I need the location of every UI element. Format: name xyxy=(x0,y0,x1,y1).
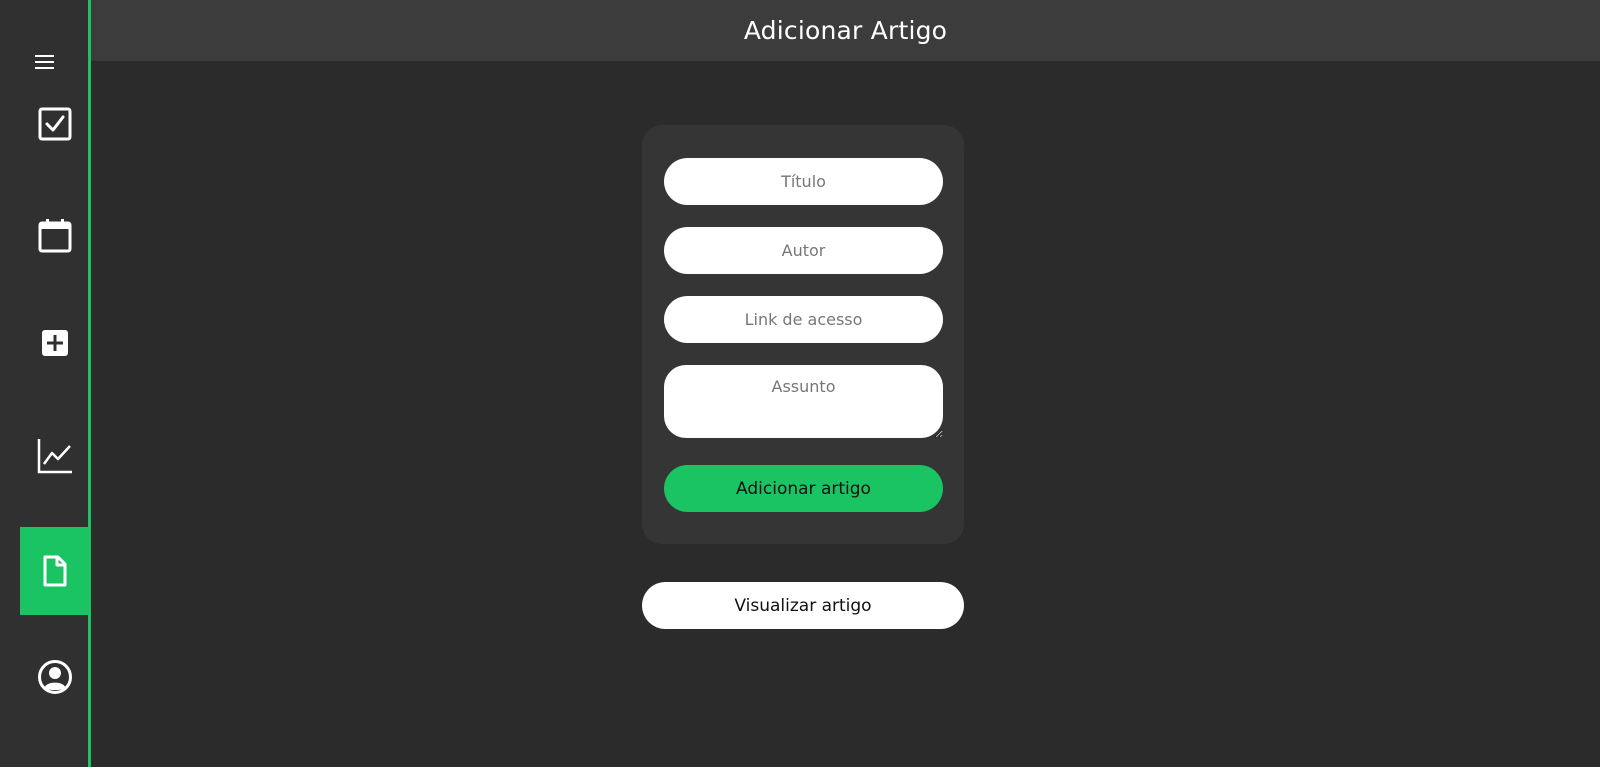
add-article-button[interactable]: Adicionar artigo xyxy=(664,465,943,512)
checkbox-icon xyxy=(37,106,73,142)
sidebar-item-calendar[interactable] xyxy=(20,192,90,280)
sidebar-item-stats[interactable] xyxy=(20,412,90,500)
sidebar-item-tasks[interactable] xyxy=(20,80,90,168)
subject-textarea[interactable] xyxy=(664,365,943,438)
title-input[interactable] xyxy=(664,158,943,205)
calendar-icon xyxy=(37,218,73,254)
page-header: Adicionar Artigo xyxy=(91,0,1600,61)
page-title: Adicionar Artigo xyxy=(743,16,948,45)
sidebar xyxy=(0,0,91,767)
document-icon xyxy=(42,555,68,587)
author-input[interactable] xyxy=(664,227,943,274)
link-input[interactable] xyxy=(664,296,943,343)
user-circle-icon xyxy=(37,659,73,695)
sidebar-item-add[interactable] xyxy=(20,299,90,387)
sidebar-item-articles[interactable] xyxy=(20,527,90,615)
add-article-form: Adicionar artigo xyxy=(642,125,964,544)
sidebar-item-profile[interactable] xyxy=(20,633,90,721)
app-root: Adicionar Artigo Adicionar artigo Visual… xyxy=(0,0,1600,767)
plus-square-icon xyxy=(40,328,70,358)
view-article-button[interactable]: Visualizar artigo xyxy=(642,582,964,629)
hamburger-menu-icon[interactable] xyxy=(30,50,58,74)
line-chart-icon xyxy=(36,437,74,475)
